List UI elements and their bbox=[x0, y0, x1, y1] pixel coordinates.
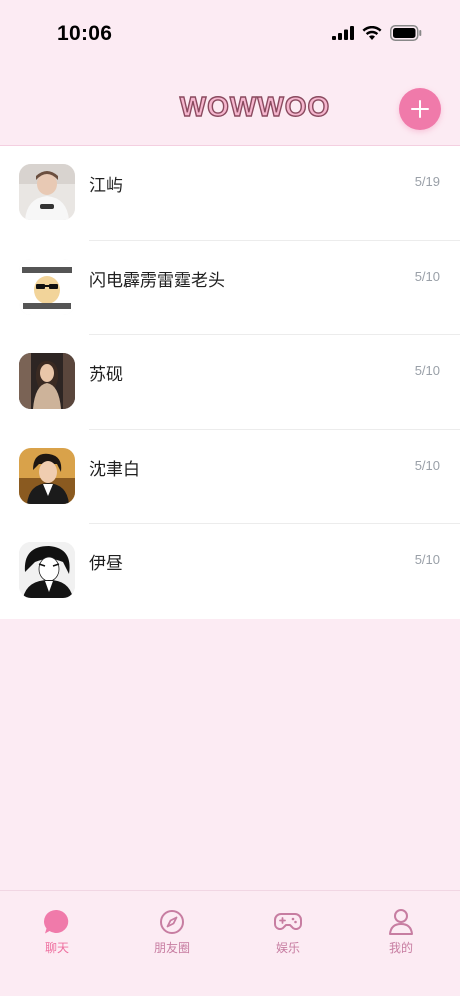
avatar bbox=[19, 447, 75, 504]
app-logo: WOWWOO bbox=[177, 88, 333, 124]
tab-entertainment[interactable]: 娱乐 bbox=[248, 907, 328, 956]
person-icon bbox=[389, 909, 413, 935]
chat-name: 伊昼 bbox=[89, 554, 123, 575]
chat-list-item[interactable]: 苏砚 5/10 bbox=[0, 335, 460, 430]
app-header: WOWWOO bbox=[0, 68, 460, 146]
avatar bbox=[19, 353, 75, 410]
chat-date: 5/10 bbox=[414, 552, 440, 568]
chat-list-item[interactable]: 沈聿白 5/10 bbox=[0, 430, 460, 525]
chat-date: 5/10 bbox=[414, 268, 440, 284]
battery-icon bbox=[390, 25, 422, 41]
chat-date: 5/19 bbox=[414, 174, 440, 189]
chat-date: 5/10 bbox=[414, 457, 440, 473]
chat-list-item[interactable]: 江屿 5/19 bbox=[0, 146, 460, 241]
status-icons bbox=[332, 25, 422, 41]
wifi-icon bbox=[362, 25, 382, 40]
chat-list-item[interactable]: 伊昼 5/10 bbox=[0, 524, 460, 619]
tab-label: 朋友圈 bbox=[153, 941, 190, 955]
tab-label: 聊天 bbox=[44, 941, 69, 955]
tab-bar: 聊天 朋友圈 娱乐 我的 bbox=[0, 890, 460, 996]
gamepad-icon bbox=[274, 913, 302, 930]
chat-name: 闪电霹雳雷霆老头 bbox=[89, 270, 225, 291]
chat-date: 5/10 bbox=[414, 363, 440, 379]
avatar bbox=[19, 258, 75, 315]
chat-list-item[interactable]: 闪电霹雳雷霆老头 5/10 bbox=[0, 241, 460, 336]
chat-name: 江屿 bbox=[89, 176, 123, 196]
status-time: 10:06 bbox=[57, 22, 113, 45]
plus-icon bbox=[411, 100, 429, 118]
avatar bbox=[19, 164, 75, 220]
add-button[interactable] bbox=[399, 88, 441, 130]
tab-label: 娱乐 bbox=[275, 941, 300, 955]
svg-text:WOWWOO: WOWWOO bbox=[180, 91, 331, 122]
chat-name: 苏砚 bbox=[89, 365, 123, 386]
chat-bubble-icon bbox=[43, 909, 69, 934]
signal-icon bbox=[332, 26, 354, 40]
tab-chat[interactable]: 聊天 bbox=[17, 907, 97, 956]
tab-label: 我的 bbox=[388, 941, 413, 955]
avatar bbox=[19, 542, 75, 599]
chat-name: 沈聿白 bbox=[89, 459, 140, 480]
tab-moments[interactable]: 朋友圈 bbox=[132, 907, 212, 956]
chat-list: 江屿 5/19 闪电霹雳雷霆老头 5/10 苏砚 5/10 沈聿白 5/10 伊… bbox=[0, 146, 460, 619]
compass-icon bbox=[160, 910, 184, 934]
tab-profile[interactable]: 我的 bbox=[361, 907, 441, 956]
status-bar: 10:06 bbox=[0, 0, 460, 68]
